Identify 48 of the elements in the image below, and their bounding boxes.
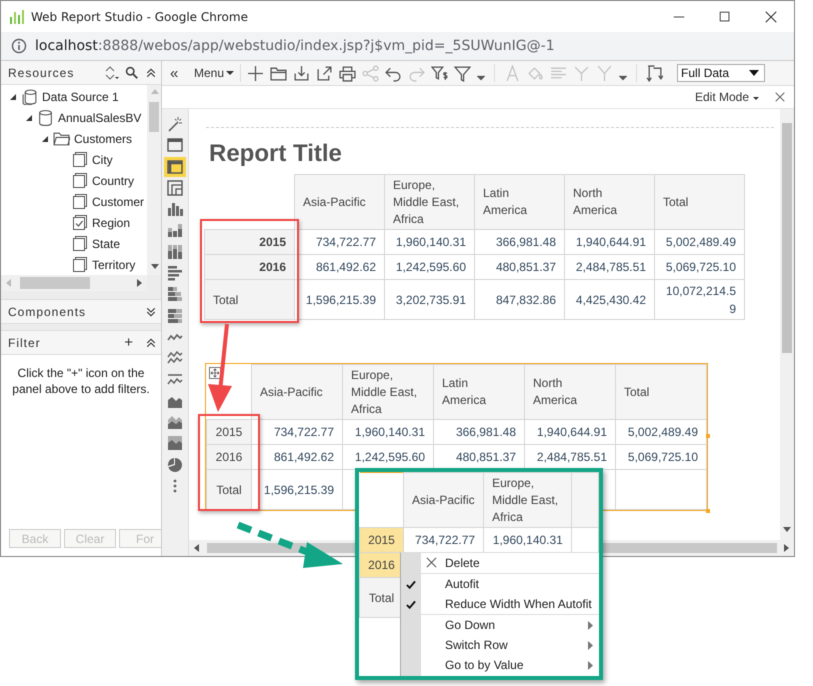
table-cell: 366,981.48: [434, 420, 524, 444]
panel-title: Resources: [8, 66, 76, 80]
table-cell: 480,851.37: [474, 254, 564, 280]
column-header: Latin America: [434, 364, 524, 420]
row-header: Total: [204, 280, 294, 320]
table-cell: 1,940,644.91: [564, 230, 654, 254]
table-cell: 847,832.86: [474, 280, 564, 320]
column-header: Europe, Middle East, Africa: [484, 472, 572, 528]
table-cell: 5,069,725.10: [616, 444, 706, 470]
table-cell: 5,069,725.10: [654, 254, 744, 280]
panel-title: Filter: [8, 336, 42, 350]
row-header: 2016: [206, 444, 252, 470]
window-title: Web Report Studio - Google Chrome: [31, 10, 249, 24]
table-cell: 734,722.77: [294, 230, 384, 254]
table-cell: 3,202,735.91: [384, 280, 474, 320]
table-cell: 1,596,215.39: [294, 280, 384, 320]
table-cell: 1,242,595.60: [384, 254, 474, 280]
column-header: Asia-Pacific: [404, 472, 484, 528]
filter-hint: Click the "+" icon on the panel above to add filters.: [11, 365, 151, 397]
column-header: North America: [524, 364, 616, 420]
column-header: Europe, Middle East, Africa: [384, 174, 474, 230]
row-header: 2015: [204, 230, 294, 254]
row-header: Total: [206, 470, 252, 510]
column-header: Latin America: [474, 174, 564, 230]
url-path: :8888/webos/app/webstudio/index.jsp?j$vm_pid=_5SUWunIG@-1: [98, 38, 555, 54]
column-header: North America: [564, 174, 654, 230]
url-host: localhost: [35, 38, 98, 54]
table-cell: 1,960,140.31: [342, 420, 434, 444]
table-cell: 1,960,140.31: [384, 230, 474, 254]
table-cell: 734,722.77: [252, 420, 342, 444]
table-cell: 5,002,489.49: [654, 230, 744, 254]
column-header: Asia-Pacific: [294, 174, 384, 230]
table-cell: 861,492.62: [252, 444, 342, 470]
column-header: Asia-Pacific: [252, 364, 342, 420]
table-cell: 10,072,214.59: [654, 280, 744, 320]
report-title: Report Title: [209, 140, 342, 168]
table-cell: 366,981.48: [474, 230, 564, 254]
panel-title: Components: [8, 304, 88, 318]
column-header: Total: [654, 174, 744, 230]
column-header: Europe, Middle East, Africa: [342, 364, 434, 420]
row-header: 2016: [204, 254, 294, 280]
table-cell: 2,484,785.51: [564, 254, 654, 280]
row-header: 2015: [206, 420, 252, 444]
table-cell: 861,492.62: [294, 254, 384, 280]
table-cell: 5,002,489.49: [616, 420, 706, 444]
table-cell: 4,425,430.42: [564, 280, 654, 320]
column-header: Total: [616, 364, 706, 420]
table-cell: 1,940,644.91: [524, 420, 616, 444]
